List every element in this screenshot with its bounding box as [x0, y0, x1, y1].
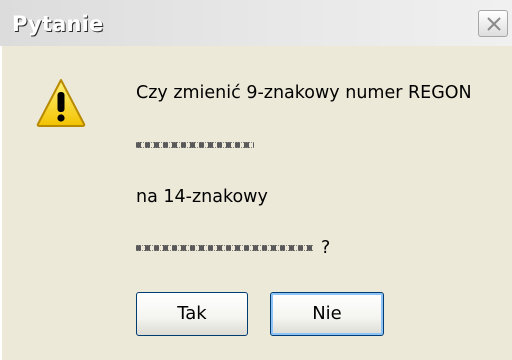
question-mark: ? — [321, 238, 331, 258]
close-icon — [487, 17, 501, 31]
message-line-question: Czy zmienić 9-znakowy numer REGON — [136, 83, 472, 103]
redacted-value — [136, 142, 254, 148]
window-title: Pytanie — [12, 12, 104, 36]
title-bar[interactable]: Pytanie — [0, 0, 512, 46]
new-regon-number-redacted: ? — [136, 238, 330, 258]
message-line-target: na 14-znakowy — [136, 187, 268, 207]
close-button[interactable] — [478, 10, 508, 37]
yes-button[interactable]: Tak — [136, 292, 248, 336]
current-regon-number-redacted — [136, 135, 254, 155]
redacted-value — [136, 245, 313, 251]
warning-icon — [36, 78, 86, 128]
no-button[interactable]: Nie — [270, 292, 384, 336]
question-dialog: Pytanie Czy zmienić 9-znakowy numer REGO… — [0, 0, 512, 360]
